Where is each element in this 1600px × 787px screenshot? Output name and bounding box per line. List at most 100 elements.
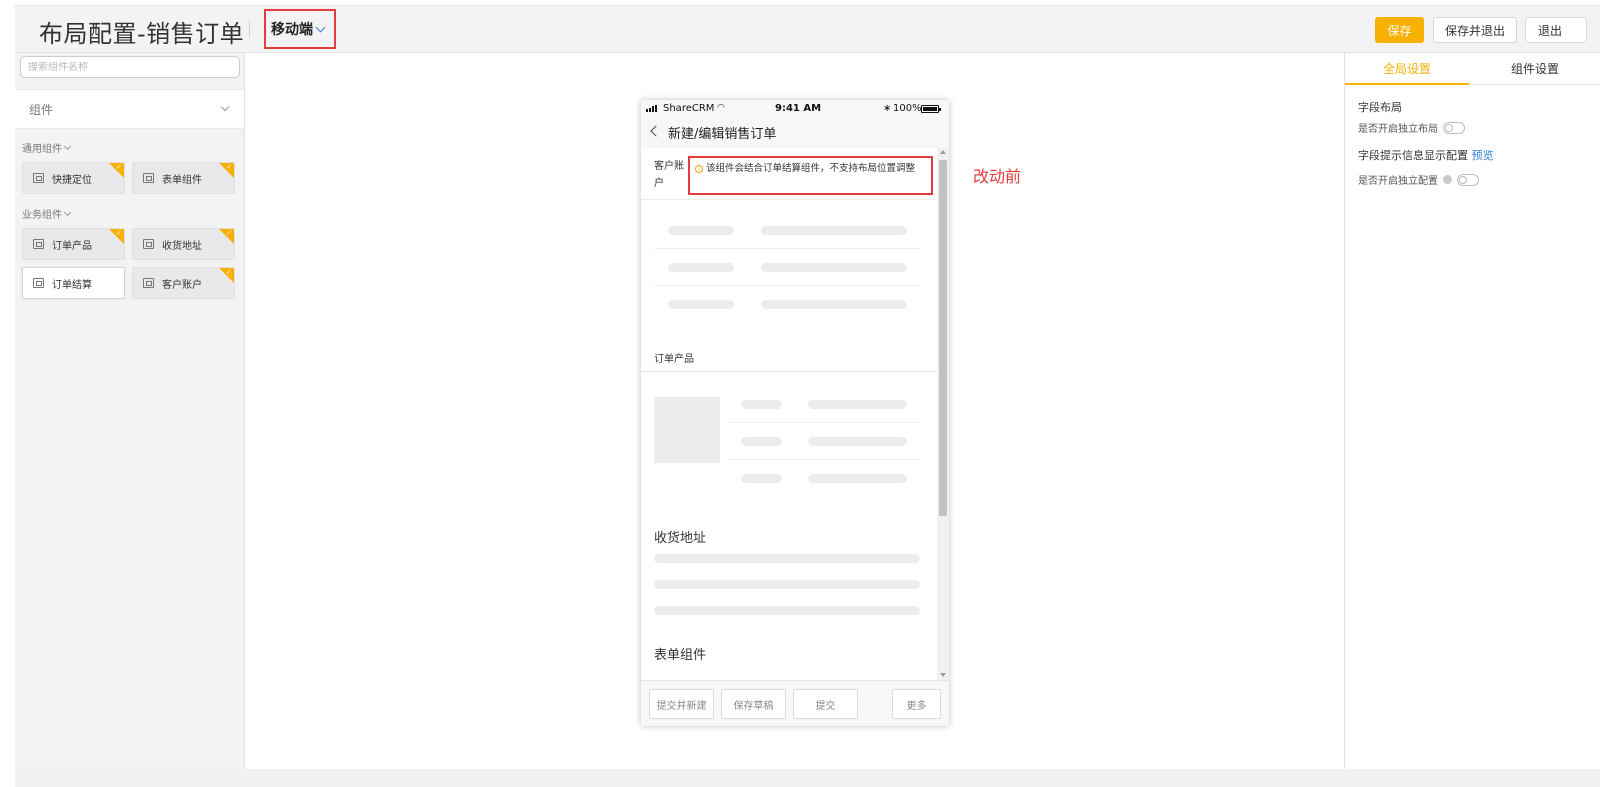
scroll-down-arrow-icon[interactable]: [940, 673, 946, 677]
check-icon: ✓: [226, 268, 232, 276]
component-label: 订单结算: [52, 279, 92, 291]
chevron-down-icon: [63, 208, 72, 216]
page-title: 布局配置-销售订单: [39, 20, 245, 48]
page-header: 布局配置-销售订单 移动端 保存 保存并退出 退出: [15, 6, 1600, 53]
battery-percent: 100%: [893, 103, 922, 114]
component-order-settlement[interactable]: 订单结算: [22, 267, 125, 299]
section-divider: [641, 199, 937, 200]
component-icon: [33, 173, 44, 183]
settlement-warning: ! 该组件会结合订单结算组件，不支持布局位置调整: [688, 156, 933, 195]
check-icon: ✓: [226, 163, 232, 171]
independent-config-toggle[interactable]: [1457, 173, 1479, 186]
signal-icon: [646, 105, 657, 112]
component-icon: [143, 239, 154, 249]
product-image-placeholder: [654, 397, 720, 463]
component-form[interactable]: 表单组件 ✓: [132, 162, 235, 194]
independent-config-label: 是否开启独立配置: [1358, 176, 1438, 187]
back-arrow-icon[interactable]: [650, 125, 662, 137]
submit-and-new-button[interactable]: 提交并新建: [649, 689, 714, 719]
help-icon[interactable]: [1443, 175, 1452, 184]
component-label: 客户账户: [162, 279, 202, 291]
skeleton-label: [741, 437, 782, 446]
check-icon: ✓: [116, 229, 122, 237]
section-shipping-address[interactable]: 收货地址: [654, 527, 706, 546]
component-library-panel: 组件 通用组件 快捷定位 ✓ 表单组件 ✓ 业务组件 订单产品 ✓ 收货地址 ✓…: [15, 53, 245, 769]
components-section-label: 组件: [29, 102, 54, 117]
phone-scrollbar[interactable]: [937, 148, 949, 680]
skeleton-label: [668, 226, 734, 235]
component-customer-account[interactable]: 客户账户 ✓: [132, 267, 235, 299]
settings-panel: 全局设置 组件设置 字段布局 是否开启独立布局 字段提示信息显示配置 预览 是否…: [1344, 53, 1600, 769]
tab-global-settings[interactable]: 全局设置: [1345, 53, 1469, 85]
components-section-header[interactable]: 组件: [15, 89, 244, 129]
more-button[interactable]: 更多: [892, 689, 941, 719]
save-button[interactable]: 保存: [1375, 17, 1424, 43]
component-icon: [33, 278, 44, 288]
warning-icon: !: [695, 165, 703, 173]
phone-status-bar: ShareCRM ◠ 9:41 AM ∗ 100%: [641, 100, 949, 118]
device-mode-dropdown[interactable]: 移动端: [264, 9, 336, 49]
skeleton-value: [808, 474, 907, 483]
field-layout-title: 字段布局: [1358, 101, 1402, 114]
phone-nav-title: 新建/编辑销售订单: [668, 127, 777, 142]
phone-nav-bar: 新建/编辑销售订单: [641, 118, 949, 144]
independent-layout-toggle[interactable]: [1443, 121, 1465, 134]
component-label: 表单组件: [162, 174, 202, 186]
skeleton-value: [808, 400, 907, 409]
section-order-products[interactable]: 订单产品: [654, 350, 694, 365]
preview-link[interactable]: 预览: [1472, 149, 1494, 162]
component-quick-locate[interactable]: 快捷定位 ✓: [22, 162, 125, 194]
hint-config-label: 字段提示信息显示配置: [1358, 149, 1468, 162]
check-icon: ✓: [116, 163, 122, 171]
skeleton-label: [741, 474, 782, 483]
component-search[interactable]: [20, 56, 240, 78]
component-search-input[interactable]: [28, 61, 239, 73]
row-divider: [729, 459, 920, 460]
skeleton-label: [741, 400, 782, 409]
carrier-name: ShareCRM: [663, 103, 715, 114]
warning-text: 该组件会结合订单结算组件，不支持布局位置调整: [706, 163, 916, 174]
hint-config-title: 字段提示信息显示配置 预览: [1358, 147, 1494, 163]
chevron-down-icon: [63, 142, 72, 150]
submit-button[interactable]: 提交: [793, 689, 858, 719]
component-order-products[interactable]: 订单产品 ✓: [22, 228, 125, 260]
independent-layout-setting: 是否开启独立布局: [1358, 120, 1465, 135]
section-form-component[interactable]: 表单组件: [654, 644, 706, 663]
bottom-strip: [15, 769, 1600, 787]
title-separator: [249, 20, 250, 38]
row-divider: [729, 422, 920, 423]
save-and-exit-button[interactable]: 保存并退出: [1433, 17, 1517, 43]
layout-canvas: ShareCRM ◠ 9:41 AM ∗ 100% 新建/编辑销售订单 客户账户…: [246, 53, 1343, 769]
scroll-up-arrow-icon[interactable]: [940, 150, 946, 154]
check-icon: ✓: [226, 229, 232, 237]
device-mode-label: 移动端: [271, 22, 313, 38]
independent-config-setting: 是否开启独立配置: [1358, 172, 1479, 187]
customer-account-label[interactable]: 客户账户: [654, 158, 684, 192]
component-icon: [143, 173, 154, 183]
scroll-thumb[interactable]: [939, 160, 947, 516]
status-time: 9:41 AM: [775, 103, 822, 114]
row-divider: [654, 285, 920, 286]
group-title-label: 业务组件: [22, 210, 62, 221]
component-shipping-address[interactable]: 收货地址 ✓: [132, 228, 235, 260]
component-icon: [33, 239, 44, 249]
skeleton-value: [761, 300, 907, 309]
tab-component-settings[interactable]: 组件设置: [1469, 53, 1600, 85]
battery-icon: [921, 105, 941, 113]
component-label: 收货地址: [162, 240, 202, 252]
row-divider: [654, 248, 920, 249]
save-draft-button[interactable]: 保存草稿: [721, 689, 786, 719]
phone-action-bar: 提交并新建 保存草稿 提交 更多: [641, 680, 949, 726]
wifi-icon: ◠: [717, 103, 725, 113]
group-business-components[interactable]: 业务组件: [22, 206, 72, 221]
skeleton-label: [668, 300, 734, 309]
group-general-components[interactable]: 通用组件: [22, 140, 72, 155]
exit-button[interactable]: 退出: [1525, 17, 1587, 43]
before-change-annotation: 改动前: [973, 167, 1022, 186]
skeleton-line: [654, 554, 920, 563]
skeleton-line: [654, 580, 920, 589]
component-icon: [143, 278, 154, 288]
component-label: 快捷定位: [52, 174, 92, 186]
independent-layout-label: 是否开启独立布局: [1358, 124, 1438, 135]
skeleton-label: [668, 263, 734, 272]
